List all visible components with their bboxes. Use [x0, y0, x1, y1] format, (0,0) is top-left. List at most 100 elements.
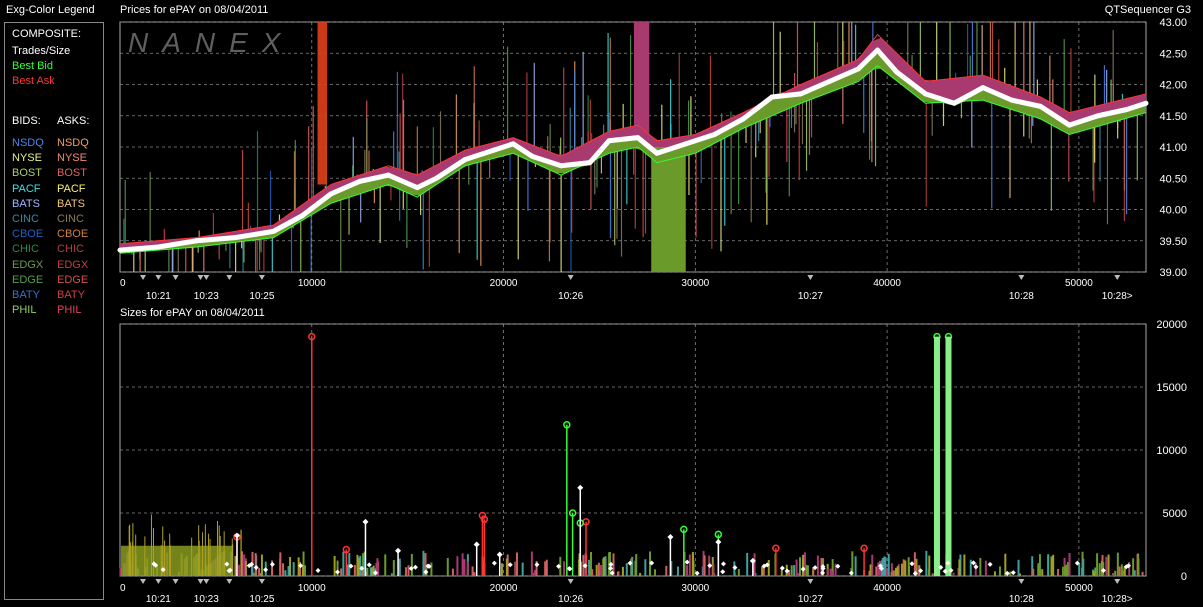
trade-point — [875, 47, 881, 53]
size-x-tick-label: 0 — [120, 583, 126, 594]
size-time-marker — [226, 579, 233, 584]
size-x-tick-label: 30000 — [681, 583, 709, 594]
price-time-marker — [155, 275, 162, 280]
size-y-tick-label: 0 — [1181, 571, 1187, 583]
trade-point — [740, 116, 746, 122]
size-time-marker — [1018, 579, 1025, 584]
size-time-marker — [197, 579, 204, 584]
trade-point — [558, 163, 564, 169]
trade-point — [712, 132, 718, 137]
size-time-marker — [203, 579, 210, 584]
bid-size-column — [933, 336, 940, 576]
price-x-tick-label: 0 — [120, 278, 126, 289]
price-time-marker — [197, 275, 204, 280]
trade-point — [1009, 97, 1015, 103]
size-time-marker — [1114, 579, 1121, 584]
size-early-block — [121, 545, 233, 576]
price-time-marker — [172, 275, 179, 280]
size-x-tick-label: 10000 — [298, 583, 326, 594]
trade-point — [299, 213, 305, 219]
ask-spike-block — [633, 22, 650, 135]
trade-point — [328, 191, 334, 197]
price-y-tick-label: 39.00 — [1159, 267, 1187, 279]
trade-point — [117, 247, 123, 253]
ask-spike-block — [317, 22, 328, 185]
price-time-marker — [807, 275, 814, 280]
size-time-marker — [258, 579, 265, 584]
price-x-tick-label: 40000 — [873, 278, 901, 289]
trade-point — [232, 235, 238, 241]
size-time-marker — [567, 579, 574, 584]
trade-point — [491, 147, 497, 153]
price-time-marker — [1018, 275, 1025, 280]
price-y-tick-label: 42.00 — [1159, 80, 1187, 92]
nanex-watermark: NANEX — [128, 27, 294, 58]
trade-point — [385, 172, 391, 178]
trade-point — [922, 91, 928, 97]
price-time-label: 10:27 — [798, 291, 823, 302]
trade-point — [1095, 113, 1101, 119]
size-time-label: 10:21 — [146, 594, 171, 605]
bid-size-column — [945, 336, 952, 576]
trade-point — [194, 238, 200, 244]
size-y-tick-label: 15000 — [1156, 382, 1187, 394]
trade-point — [855, 66, 861, 72]
trade-point — [1143, 100, 1149, 106]
trade-point — [1124, 107, 1130, 112]
size-time-label: 10:28 — [1009, 594, 1034, 605]
price-x-tick-label: 50000 — [1065, 278, 1093, 289]
price-y-tick-label: 40.00 — [1159, 205, 1187, 217]
price-time-label: 10:25 — [249, 291, 274, 302]
price-time-marker — [567, 275, 574, 280]
trade-point — [980, 85, 986, 91]
size-x-tick-label: 40000 — [873, 583, 901, 594]
size-plot-group: 0 5000 10000 15000 20000 0 10000 20000 30000 4000… — [119, 319, 1187, 605]
price-y-tick-label: 39.50 — [1159, 236, 1187, 248]
price-y-tick-label: 40.50 — [1159, 173, 1187, 185]
size-time-marker — [155, 579, 162, 584]
trade-point — [769, 94, 775, 100]
price-y-tick-label: 41.50 — [1159, 111, 1187, 123]
price-time-marker — [140, 275, 147, 280]
trade-point — [654, 150, 660, 156]
trade-point — [529, 153, 535, 159]
price-y-tick-label: 42.50 — [1159, 48, 1187, 60]
trade-point — [827, 78, 833, 84]
price-x-tick-label: 30000 — [681, 278, 709, 289]
price-x-tick-label: 20000 — [490, 278, 518, 289]
price-time-marker — [203, 275, 210, 280]
trade-point — [894, 69, 900, 75]
size-time-label: 10:28> — [1102, 594, 1133, 605]
size-time-label: 10:23 — [194, 594, 219, 605]
price-time-label: 10:23 — [194, 291, 219, 302]
size-y-tick-label: 20000 — [1156, 319, 1187, 331]
size-y-tick-label: 5000 — [1163, 508, 1187, 520]
size-y-tick-label: 10000 — [1156, 445, 1187, 457]
trade-point — [433, 175, 439, 181]
size-time-label: 10:27 — [798, 594, 823, 605]
bid-drop-block — [651, 147, 686, 272]
size-x-tick-label: 50000 — [1065, 583, 1093, 594]
trade-point — [155, 244, 161, 250]
trade-point — [635, 135, 641, 141]
size-time-label: 10:26 — [558, 594, 583, 605]
trade-point — [270, 228, 276, 234]
size-time-marker — [140, 579, 147, 584]
price-time-marker — [226, 275, 233, 280]
trade-point — [951, 100, 957, 106]
price-time-label: 10:28 — [1009, 291, 1034, 302]
price-time-label: 10:21 — [146, 291, 171, 302]
price-plot-group: 39.00 39.50 40.00 40.50 41.00 41.50 42.00 42.50… — [117, 17, 1187, 302]
price-y-tick-label: 41.00 — [1159, 142, 1187, 154]
trade-point — [606, 138, 612, 144]
price-x-tick-label: 10000 — [298, 278, 326, 289]
trade-point — [414, 185, 420, 191]
price-time-label: 10:26 — [558, 291, 583, 302]
trade-point — [683, 141, 689, 147]
price-time-marker — [1114, 275, 1121, 280]
trade-point — [510, 141, 516, 147]
size-x-tick-label: 20000 — [490, 583, 518, 594]
price-y-tick-label: 43.00 — [1159, 17, 1187, 29]
size-time-marker — [172, 579, 179, 584]
size-time-marker — [807, 579, 814, 584]
